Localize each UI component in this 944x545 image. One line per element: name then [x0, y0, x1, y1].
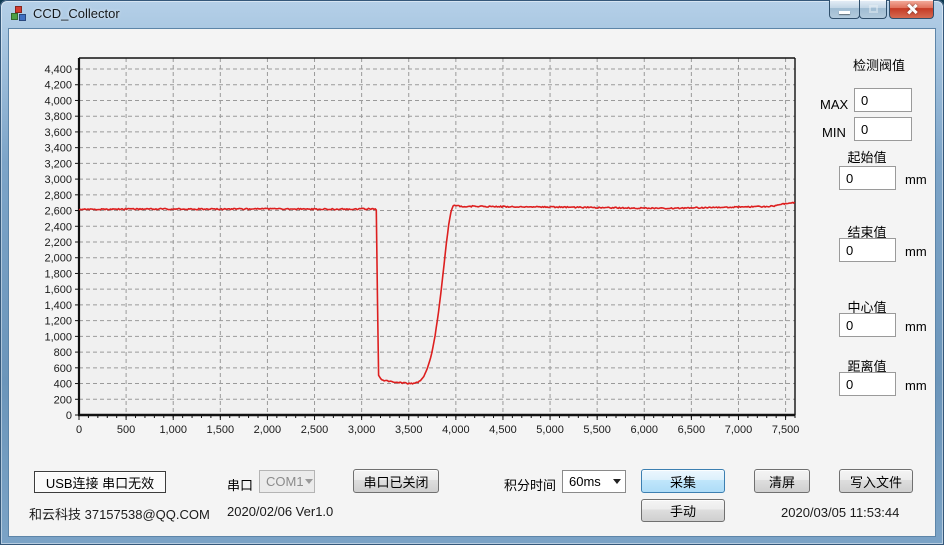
- plot-area: [79, 58, 795, 415]
- svg-text:7,000: 7,000: [725, 424, 753, 436]
- serial-port-select: COM1: [259, 470, 315, 493]
- svg-text:1,000: 1,000: [159, 424, 187, 436]
- svg-text:1,000: 1,000: [44, 331, 72, 343]
- start-value-unit: mm: [905, 172, 927, 187]
- min-input[interactable]: [854, 117, 912, 141]
- svg-text:3,800: 3,800: [44, 111, 72, 123]
- svg-text:4,500: 4,500: [489, 424, 517, 436]
- svg-text:600: 600: [54, 363, 72, 375]
- svg-text:3,500: 3,500: [395, 424, 423, 436]
- svg-text:3,400: 3,400: [44, 143, 72, 155]
- app-window: CCD_Collector 0 500 1,000 1,500 2,000 2,500 3,…: [0, 0, 944, 545]
- max-input[interactable]: [854, 88, 912, 112]
- chevron-down-icon: [609, 471, 625, 492]
- svg-text:1,200: 1,200: [44, 316, 72, 328]
- svg-text:5,000: 5,000: [536, 424, 564, 436]
- svg-text:2,000: 2,000: [44, 253, 72, 265]
- svg-text:500: 500: [117, 424, 135, 436]
- svg-text:3,600: 3,600: [44, 127, 72, 139]
- svg-text:1,800: 1,800: [44, 268, 72, 280]
- min-label: MIN: [822, 125, 846, 140]
- chevron-down-icon: [304, 471, 314, 492]
- window-title: CCD_Collector: [33, 6, 120, 21]
- write-file-button[interactable]: 写入文件: [839, 469, 913, 493]
- svg-text:4,200: 4,200: [44, 80, 72, 92]
- svg-text:3,000: 3,000: [44, 174, 72, 186]
- manual-button[interactable]: 手动: [641, 499, 725, 522]
- clock-label: 2020/03/05 11:53:44: [781, 505, 900, 520]
- title-bar[interactable]: CCD_Collector: [0, 0, 944, 28]
- end-value-input[interactable]: [839, 238, 896, 262]
- svg-text:1,500: 1,500: [207, 424, 235, 436]
- integration-time-select[interactable]: 60ms: [562, 470, 626, 493]
- threshold-title: 检测阀值: [852, 58, 905, 73]
- distance-value-unit: mm: [905, 378, 927, 393]
- clear-screen-button[interactable]: 清屏: [754, 469, 810, 493]
- vendor-info: 和云科技 37157538@QQ.COM: [29, 507, 210, 522]
- maximize-button: [859, 0, 887, 19]
- minimize-icon: [839, 10, 850, 14]
- svg-text:1,400: 1,400: [44, 300, 72, 312]
- svg-text:4,000: 4,000: [442, 424, 470, 436]
- center-value-unit: mm: [905, 319, 927, 334]
- end-value-unit: mm: [905, 244, 927, 259]
- svg-text:1,600: 1,600: [44, 284, 72, 296]
- svg-text:2,000: 2,000: [254, 424, 282, 436]
- ccd-chart-svg: 0 500 1,000 1,500 2,000 2,500 3,000 3,500 4,000 4…: [44, 57, 799, 436]
- ccd-chart: 0 500 1,000 1,500 2,000 2,500 3,000 3,500 4,000 4…: [9, 29, 821, 469]
- svg-text:6,500: 6,500: [678, 424, 706, 436]
- svg-text:4,400: 4,400: [44, 64, 72, 76]
- svg-text:2,800: 2,800: [44, 190, 72, 202]
- y-axis: 0 200 400 600 800 1,000 1,200 1,400 1,600 1,800 2,…: [44, 64, 79, 422]
- distance-value-input[interactable]: [839, 372, 896, 396]
- minimize-button[interactable]: [829, 0, 860, 19]
- svg-text:2,200: 2,200: [44, 237, 72, 249]
- svg-text:800: 800: [54, 347, 72, 359]
- app-icon: [11, 6, 27, 22]
- svg-text:200: 200: [54, 394, 72, 406]
- close-button[interactable]: [889, 0, 934, 19]
- svg-text:2,500: 2,500: [301, 424, 329, 436]
- integration-time-label: 积分时间: [504, 478, 557, 493]
- max-label: MAX: [820, 97, 849, 112]
- version-info: 2020/02/06 Ver1.0: [227, 504, 334, 519]
- start-value-input[interactable]: [839, 166, 896, 190]
- svg-text:4,000: 4,000: [44, 95, 72, 107]
- serial-port-label: 串口: [227, 478, 254, 493]
- svg-text:3,000: 3,000: [348, 424, 376, 436]
- client-area: 0 500 1,000 1,500 2,000 2,500 3,000 3,500 4,000 4…: [8, 28, 936, 537]
- svg-text:7,500: 7,500: [772, 424, 800, 436]
- svg-text:5,500: 5,500: [583, 424, 611, 436]
- svg-text:3,200: 3,200: [44, 158, 72, 170]
- center-value-input[interactable]: [839, 313, 896, 337]
- svg-text:6,000: 6,000: [630, 424, 658, 436]
- svg-text:0: 0: [66, 410, 72, 422]
- start-value-label: 起始值: [847, 150, 887, 165]
- svg-text:0: 0: [76, 424, 82, 436]
- usb-status-box[interactable]: USB连接 串口无效: [34, 471, 166, 493]
- collect-button[interactable]: 采集: [641, 469, 725, 493]
- serial-toggle-button[interactable]: 串口已关闭: [353, 469, 439, 493]
- close-icon: [906, 3, 918, 15]
- maximize-icon: [868, 5, 878, 13]
- svg-text:2,400: 2,400: [44, 221, 72, 233]
- svg-text:400: 400: [54, 379, 72, 391]
- x-axis: 0 500 1,000 1,500 2,000 2,500 3,000 3,500 4,000 4…: [76, 415, 799, 436]
- svg-text:2,600: 2,600: [44, 206, 72, 218]
